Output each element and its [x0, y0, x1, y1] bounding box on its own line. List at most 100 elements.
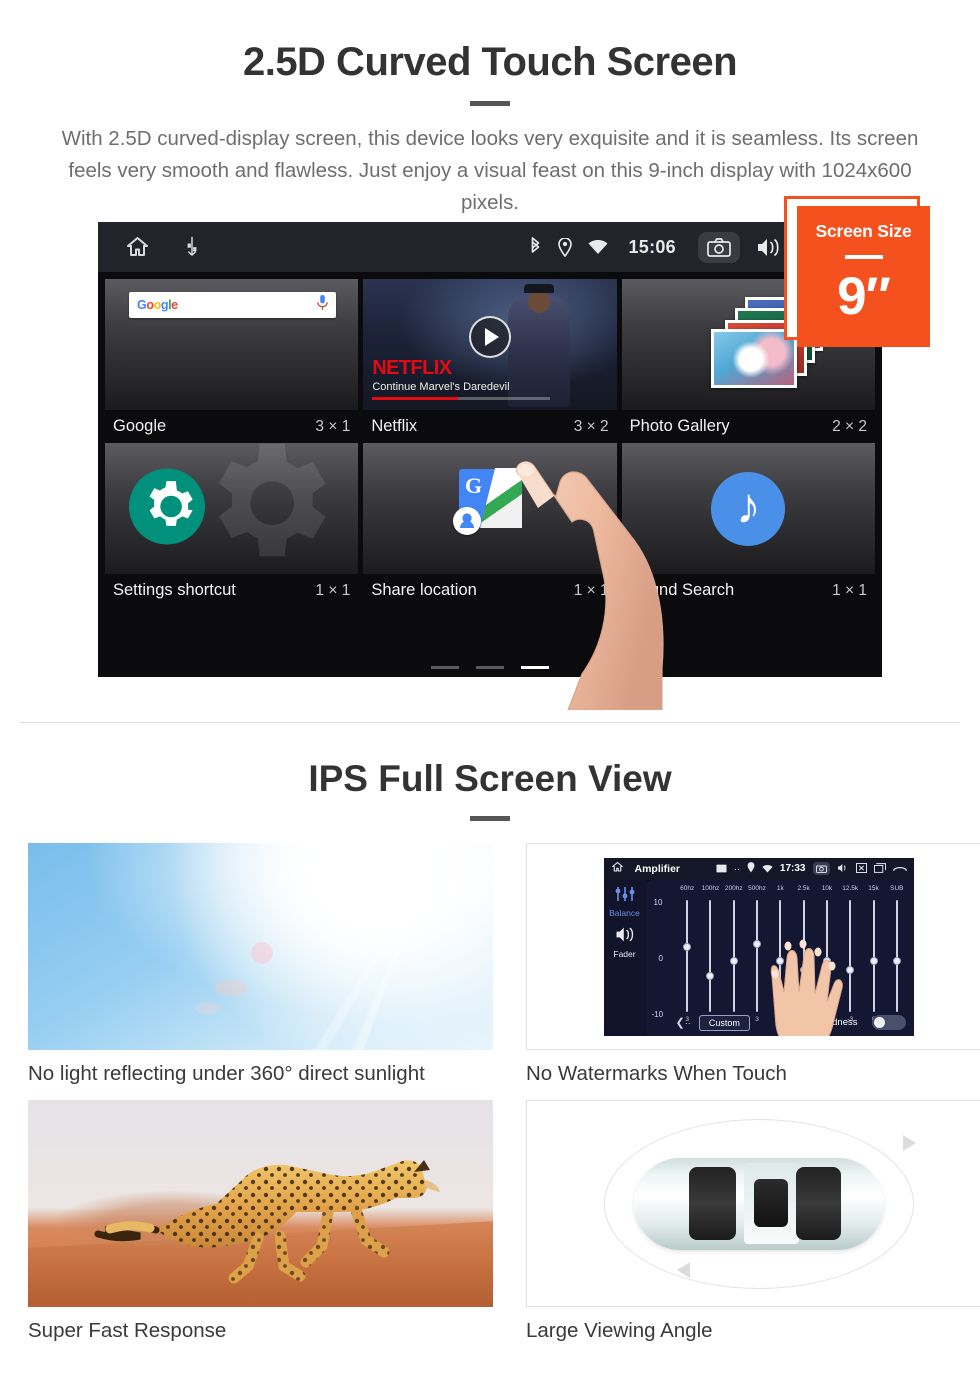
share-location-widget[interactable]: G: [363, 443, 617, 574]
eq-slider: [745, 899, 768, 1012]
widget-size: 1 × 1: [573, 581, 609, 599]
home-icon[interactable]: [124, 235, 151, 259]
band-label: 100hz: [701, 884, 720, 892]
eq-slider: [885, 899, 908, 1012]
page-dot[interactable]: [431, 666, 459, 669]
sound-search-widget[interactable]: [621, 443, 875, 574]
widget-name: Sound Search: [629, 581, 735, 599]
home-icon[interactable]: [611, 860, 624, 878]
amplifier-side-controls: Balance Fader: [603, 879, 646, 1036]
balance-label[interactable]: Balance: [604, 908, 646, 918]
play-icon[interactable]: [468, 315, 511, 358]
feature-card-grid: No light reflecting under 360° direct su…: [0, 843, 980, 1357]
section-2-title: IPS Full Screen View: [308, 758, 672, 799]
widget-card-share-location[interactable]: G Share location 1 × 1: [363, 443, 617, 607]
gear-icon[interactable]: [129, 468, 205, 549]
volume-icon[interactable]: [756, 237, 781, 258]
mic-icon[interactable]: [317, 295, 328, 315]
close-icon[interactable]: [855, 860, 867, 878]
band-label: SUB: [890, 884, 904, 892]
google-search-widget[interactable]: Google: [105, 279, 359, 410]
settings-shortcut-widget[interactable]: [105, 443, 359, 574]
page-indicator[interactable]: [98, 666, 882, 669]
running-cheetah-image: [28, 1100, 493, 1307]
google-search-box[interactable]: Google: [129, 292, 336, 318]
maps-g-letter: G: [464, 473, 483, 498]
page-dot-active[interactable]: [521, 666, 549, 669]
scale-top: 10: [653, 897, 663, 907]
frequency-band-labels: 60hz 100hz 200hz 500hz 1k 2.5k 10k 12.5k…: [646, 880, 914, 892]
netflix-subtitle: Continue Marvel's Daredevil: [372, 381, 510, 393]
character-head: [527, 290, 550, 313]
android-screen-photo: 15:06 Google Google 3 × 1 NETFLIX Contin…: [98, 222, 882, 710]
usb-icon: [185, 236, 199, 258]
feature-card-fast-response: Super Fast Response: [28, 1100, 493, 1343]
blue-sky-sun-flare-image: [28, 843, 493, 1050]
loudness-toggle[interactable]: [871, 1015, 906, 1030]
music-note-icon[interactable]: [711, 471, 786, 546]
rear-window: [796, 1166, 841, 1241]
camera-icon[interactable]: [698, 231, 740, 263]
equalizer-sliders[interactable]: [676, 899, 909, 1012]
recents-icon[interactable]: [873, 860, 886, 878]
netflix-progress-bar: [372, 397, 551, 400]
equalizer-panel: 60hz 100hz 200hz 500hz 1k 2.5k 10k 12.5k…: [645, 879, 914, 1036]
preset-button[interactable]: Custom: [698, 1014, 750, 1031]
widget-label-row: Share location 1 × 1: [363, 574, 616, 607]
widget-size: 3 × 1: [315, 417, 351, 435]
widget-card-settings-shortcut[interactable]: Settings shortcut 1 × 1: [105, 443, 359, 607]
widget-card-google[interactable]: Google Google 3 × 1: [105, 279, 359, 443]
band-label: 12.5k: [842, 884, 859, 892]
eq-slider: [699, 899, 722, 1012]
product-feature-page: 2.5D Curved Touch Screen With 2.5D curve…: [0, 0, 980, 1394]
location-icon: [558, 237, 573, 257]
windshield: [688, 1166, 736, 1241]
widget-label-row: Settings shortcut 1 × 1: [105, 574, 358, 607]
car-roof: [743, 1163, 799, 1244]
android-status-bar: 15:06: [98, 222, 882, 272]
widget-name: Netflix: [371, 417, 418, 435]
band-label: 10k: [821, 884, 833, 892]
widget-card-sound-search[interactable]: Sound Search 1 × 1: [621, 443, 875, 607]
widget-card-netflix[interactable]: NETFLIX Continue Marvel's Daredevil Netf…: [363, 279, 617, 443]
gallery-icon: [716, 860, 727, 878]
fader-label[interactable]: Fader: [604, 949, 646, 959]
widget-name: Photo Gallery: [629, 417, 730, 435]
band-label: 200hz: [724, 884, 743, 892]
feature-card-row: Super Fast Response Large Viewing Angle: [0, 1100, 980, 1343]
band-label: 2.5k: [797, 884, 810, 892]
wifi-icon: [588, 239, 608, 255]
speaker-icon[interactable]: [604, 926, 646, 948]
sun-rays: [307, 843, 493, 1050]
eq-slider: [676, 899, 699, 1012]
camera-icon[interactable]: [812, 862, 830, 875]
page-dot[interactable]: [476, 666, 504, 669]
section-1-title: 2.5D Curved Touch Screen: [242, 40, 738, 84]
google-maps-icon[interactable]: G: [452, 468, 522, 535]
amplifier-body: Balance Fader 60hz 100hz 200hz 500hz 1k …: [603, 879, 914, 1036]
location-icon: [747, 860, 755, 878]
eq-slider: [722, 899, 745, 1012]
volume-icon[interactable]: [837, 860, 849, 878]
netflix-widget[interactable]: NETFLIX Continue Marvel's Daredevil: [363, 279, 617, 410]
back-arrow-icon[interactable]: ❮··: [676, 1016, 691, 1029]
equalizer-sliders-icon[interactable]: [604, 886, 646, 907]
widget-label-row: Google 3 × 1: [105, 410, 358, 443]
netflix-character: [507, 283, 570, 407]
more-dots-icon: ··: [733, 863, 740, 874]
screen-size-label: Screen Size: [815, 221, 912, 241]
widget-name: Share location: [371, 581, 477, 599]
band-label: 1k: [776, 884, 784, 892]
badge-divider: [844, 255, 883, 259]
back-arrow-icon[interactable]: [892, 860, 907, 878]
feature-card-row: No light reflecting under 360° direct su…: [0, 843, 980, 1086]
eq-slider: [862, 899, 885, 1012]
car-body: [633, 1157, 884, 1250]
widget-size: 1 × 1: [832, 581, 867, 599]
feature-caption: No Watermarks When Touch: [526, 1062, 787, 1085]
eq-slider: [769, 899, 792, 1012]
amplifier-status-bar: Amplifier ·· 17:33: [603, 857, 914, 880]
eq-slider: [815, 899, 838, 1012]
widget-picker-grid: Google Google 3 × 1 NETFLIX Continue Mar…: [98, 272, 882, 677]
feature-caption: Large Viewing Angle: [526, 1319, 713, 1342]
